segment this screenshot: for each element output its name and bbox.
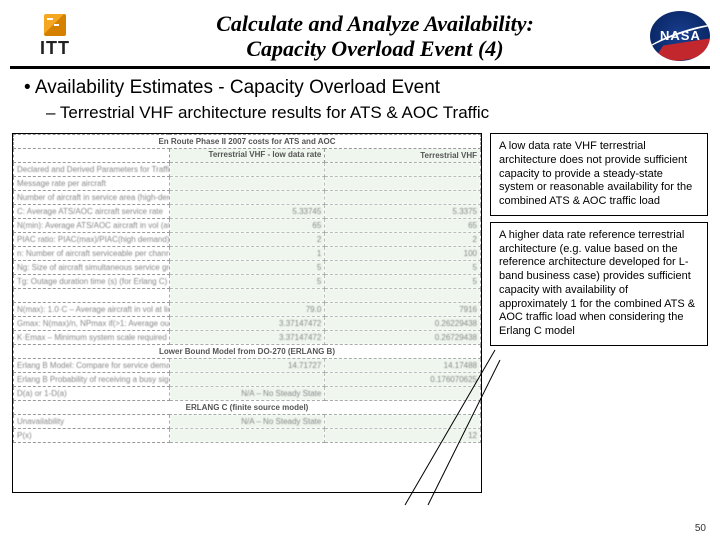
table-row-val-b: 5 bbox=[325, 275, 481, 289]
table-row-val-a: 2 bbox=[169, 233, 325, 247]
table-row-val-b: 7916 bbox=[325, 303, 481, 317]
table-row-val-b: 2 bbox=[325, 233, 481, 247]
table-top-header: En Route Phase II 2007 costs for ATS and… bbox=[14, 135, 481, 149]
note-high-data-rate: A higher data rate reference terrestrial… bbox=[490, 222, 708, 346]
table-row-val-b: 100 bbox=[325, 247, 481, 261]
table-row-val-a bbox=[169, 373, 325, 387]
table-row-label: K·Emax – Minimum system scale required f… bbox=[14, 331, 170, 345]
table-row-val-a: 14.71727 bbox=[169, 359, 325, 373]
slide-title-line2: Capacity Overload Event (4) bbox=[100, 36, 650, 61]
itt-logo-text: ITT bbox=[40, 38, 70, 59]
table-row-val-a: 79.0 bbox=[169, 303, 325, 317]
table-row-label: Declared and Derived Parameters for Traf… bbox=[14, 163, 170, 177]
table-row-label: N(min): Average ATS/AOC aircraft in vol … bbox=[14, 219, 170, 233]
table-row-label: Erlang B Model: Compare for service dema… bbox=[14, 359, 170, 373]
table-row-val-a bbox=[169, 289, 325, 303]
table-row-val-b bbox=[325, 387, 481, 401]
table-row-val-b: 5 bbox=[325, 261, 481, 275]
section2-header: Lower Bound Model from DO-270 (ERLANG B) bbox=[14, 345, 481, 359]
table-row-label: Message rate per aircraft bbox=[14, 177, 170, 191]
table-row-label: Gmax: N(max)/n, NPmax if(>1: Average out… bbox=[14, 317, 170, 331]
data-table: En Route Phase II 2007 costs for ATS and… bbox=[13, 134, 481, 443]
note-low-data-rate: A low data rate VHF terrestrial architec… bbox=[490, 133, 708, 216]
bullet-level1: Availability Estimates - Capacity Overlo… bbox=[24, 77, 696, 99]
table-row-val-a bbox=[169, 429, 325, 443]
table-row-val-a: N/A – No Steady State bbox=[169, 415, 325, 429]
table-row-val-b bbox=[325, 415, 481, 429]
table-row-val-a: 3.37147472 bbox=[169, 317, 325, 331]
table-row-val-a: 5.33745 bbox=[169, 205, 325, 219]
itt-logo: ITT bbox=[10, 14, 100, 59]
table-row-label: Number of aircraft in service area (high… bbox=[14, 191, 170, 205]
table-row-val-b bbox=[325, 177, 481, 191]
table-row-label: Ng: Size of aircraft simultaneous servic… bbox=[14, 261, 170, 275]
table-row-val-b: 14.17488 bbox=[325, 359, 481, 373]
table-row-val-a: 65 bbox=[169, 219, 325, 233]
bullet-level2: Terrestrial VHF architecture results for… bbox=[46, 103, 696, 123]
table-row-val-b: 65 bbox=[325, 219, 481, 233]
table-row-val-b: 0.26729438 bbox=[325, 331, 481, 345]
table-row-val-a: N/A – No Steady State bbox=[169, 387, 325, 401]
table-row-val-b bbox=[325, 289, 481, 303]
col-header-b: Terrestrial VHF bbox=[325, 149, 481, 163]
page-number: 50 bbox=[695, 523, 706, 534]
itt-logo-icon bbox=[44, 14, 66, 36]
table-row-label: PIAC ratio: PIAC(max)/PIAC(high demand) bbox=[14, 233, 170, 247]
col-header-a: Terrestrial VHF - low data rate bbox=[169, 149, 325, 163]
table-row-val-a bbox=[169, 191, 325, 205]
nasa-logo-text: NASA bbox=[660, 28, 701, 43]
table-row-label: Unavailability bbox=[14, 415, 170, 429]
table-row-label: n: Number of aircraft serviceable per ch… bbox=[14, 247, 170, 261]
table-row-val-b: 0.26229438 bbox=[325, 317, 481, 331]
table-row-val-b bbox=[325, 191, 481, 205]
slide-header: ITT Calculate and Analyze Availability: … bbox=[0, 0, 720, 66]
table-row-val-b: 12 bbox=[325, 429, 481, 443]
table-row-val-a: 1 bbox=[169, 247, 325, 261]
table-row-val-a: 5 bbox=[169, 261, 325, 275]
table-row-label: P(x) bbox=[14, 429, 170, 443]
notes-column: A low data rate VHF terrestrial architec… bbox=[490, 133, 708, 493]
section3-header: ERLANG C (finite source model) bbox=[14, 401, 481, 415]
nasa-logo: NASA bbox=[650, 11, 710, 61]
table-row-val-b: 0.176070625 bbox=[325, 373, 481, 387]
data-table-container: En Route Phase II 2007 costs for ATS and… bbox=[12, 133, 482, 493]
table-row-val-a: 3.37147472 bbox=[169, 331, 325, 345]
table-row-val-b bbox=[325, 163, 481, 177]
table-row-label: Tg: Outage duration time (s) (for Erlang… bbox=[14, 275, 170, 289]
table-row-label: Erlang B Probability of receiving a busy… bbox=[14, 373, 170, 387]
header-rule bbox=[10, 66, 710, 69]
slide-title-line1: Calculate and Analyze Availability: bbox=[100, 11, 650, 36]
table-row-label: C: Average ATS/AOC aircraft service rate bbox=[14, 205, 170, 219]
slide-title: Calculate and Analyze Availability: Capa… bbox=[100, 11, 650, 62]
table-row-val-b: 5.3375 bbox=[325, 205, 481, 219]
table-row-label: D(a) or 1-D(a) bbox=[14, 387, 170, 401]
lower-area: En Route Phase II 2007 costs for ATS and… bbox=[0, 133, 720, 493]
table-row-val-a: 5 bbox=[169, 275, 325, 289]
table-row-val-a bbox=[169, 177, 325, 191]
table-row-val-a bbox=[169, 163, 325, 177]
bullet-block: Availability Estimates - Capacity Overlo… bbox=[0, 77, 720, 123]
table-row-label bbox=[14, 289, 170, 303]
table-row-label: N(max): 1.0·C – Average aircraft in vol … bbox=[14, 303, 170, 317]
